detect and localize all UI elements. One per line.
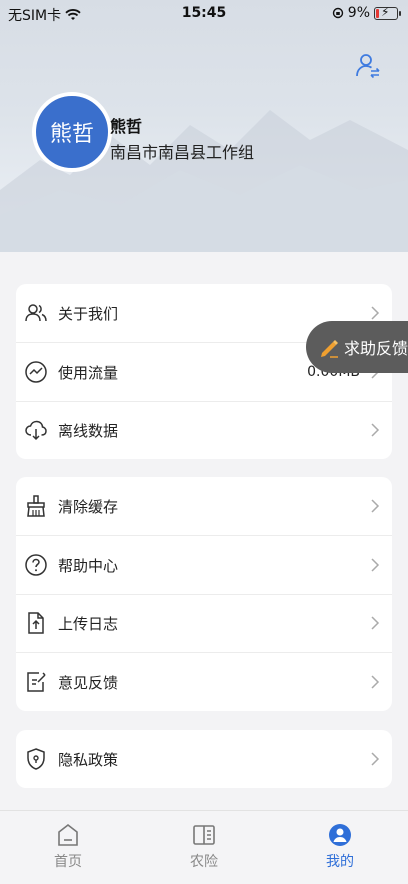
cloud-download-icon: [25, 420, 47, 441]
menu-label: 上传日志: [58, 614, 119, 633]
menu-label: 隐私政策: [58, 750, 119, 769]
chevron-right-icon: [371, 499, 380, 513]
menu-card-2: 清除缓存 帮助中心 上传日志 意见反馈: [16, 477, 392, 711]
users-icon: [25, 304, 47, 322]
chevron-right-icon: [371, 675, 380, 689]
menu-item-offline-data[interactable]: 离线数据: [16, 401, 392, 459]
chevron-right-icon: [371, 423, 380, 437]
upload-file-icon: [28, 612, 44, 634]
broom-icon: [27, 495, 45, 517]
menu-label: 关于我们: [58, 304, 119, 323]
avatar[interactable]: 熊哲: [32, 92, 112, 172]
menu-card-3: 隐私政策: [16, 730, 392, 788]
shield-lock-icon: [27, 748, 45, 770]
status-bar: 无SIM卡 15:45 9% ⚡: [0, 0, 408, 26]
tab-label: 农险: [190, 854, 218, 870]
status-right: 9% ⚡: [332, 5, 401, 21]
tab-mine[interactable]: 我的: [300, 823, 380, 871]
tab-label: 我的: [326, 854, 354, 870]
user-org: 南昌市南昌县工作组: [110, 143, 255, 162]
traffic-icon: [25, 361, 47, 383]
menu-item-help-center[interactable]: 帮助中心: [16, 536, 392, 594]
chevron-right-icon: [371, 752, 380, 766]
floating-feedback-button[interactable]: 求助反馈: [306, 321, 408, 373]
pen-icon: [321, 340, 338, 358]
rotation-lock-icon: [332, 7, 343, 19]
user-name: 熊哲: [110, 117, 143, 136]
tab-label: 首页: [54, 854, 82, 870]
edit-note-icon: [27, 672, 46, 692]
bottom-tab-bar: 首页 农险 我的: [0, 810, 408, 884]
chevron-right-icon: [371, 616, 380, 630]
menu-label: 帮助中心: [58, 556, 119, 575]
tab-insurance[interactable]: 农险: [164, 823, 244, 871]
menu-item-privacy-policy[interactable]: 隐私政策: [16, 730, 392, 788]
help-icon: [25, 554, 47, 576]
tab-home[interactable]: 首页: [28, 823, 108, 871]
menu-label: 使用流量: [58, 363, 119, 382]
menu-item-upload-log[interactable]: 上传日志: [16, 594, 392, 652]
battery-icon: ⚡: [374, 5, 401, 20]
menu-label: 离线数据: [58, 421, 119, 440]
book-icon: [193, 825, 215, 845]
switch-account-icon[interactable]: [354, 52, 382, 80]
menu-label: 意见反馈: [58, 673, 119, 692]
chevron-right-icon: [371, 306, 380, 320]
chevron-right-icon: [371, 558, 380, 572]
menu-label: 清除缓存: [58, 497, 119, 516]
battery-percent: 9%: [347, 5, 370, 21]
menu-item-clear-cache[interactable]: 清除缓存: [16, 477, 392, 535]
user-icon: [329, 824, 351, 846]
menu-item-feedback[interactable]: 意见反馈: [16, 653, 392, 711]
home-icon: [58, 823, 78, 846]
floating-feedback-label: 求助反馈: [344, 339, 408, 358]
